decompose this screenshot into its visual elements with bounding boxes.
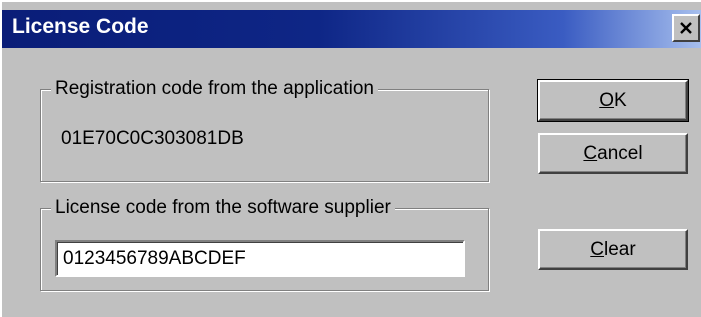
window-title: License Code [12,15,149,38]
registration-code-legend: Registration code from the application [51,76,378,102]
license-code-dialog: License Code Registration code from the … [0,0,701,317]
ok-button[interactable]: OK [537,79,689,122]
ok-mnemonic: O [599,89,615,111]
registration-code-group: Registration code from the application 0… [40,76,489,182]
close-icon [680,22,692,34]
license-code-group: License code from the software supplier … [40,195,489,291]
license-code-legend: License code from the software supplier [51,195,395,221]
clear-label-rest: lear [604,238,636,260]
title-bar: License Code [2,10,701,48]
license-code-input[interactable]: 0123456789ABCDEF [55,240,465,277]
cancel-mnemonic: C [583,142,598,164]
clear-button[interactable]: Clear [538,229,688,270]
ok-label-rest: K [614,89,627,111]
cancel-button[interactable]: Cancel [538,133,688,174]
clear-mnemonic: C [590,238,605,260]
registration-code-value: 01E70C0C303081DB [61,128,244,149]
cancel-label-rest: ancel [597,142,643,164]
close-button[interactable] [672,14,700,42]
